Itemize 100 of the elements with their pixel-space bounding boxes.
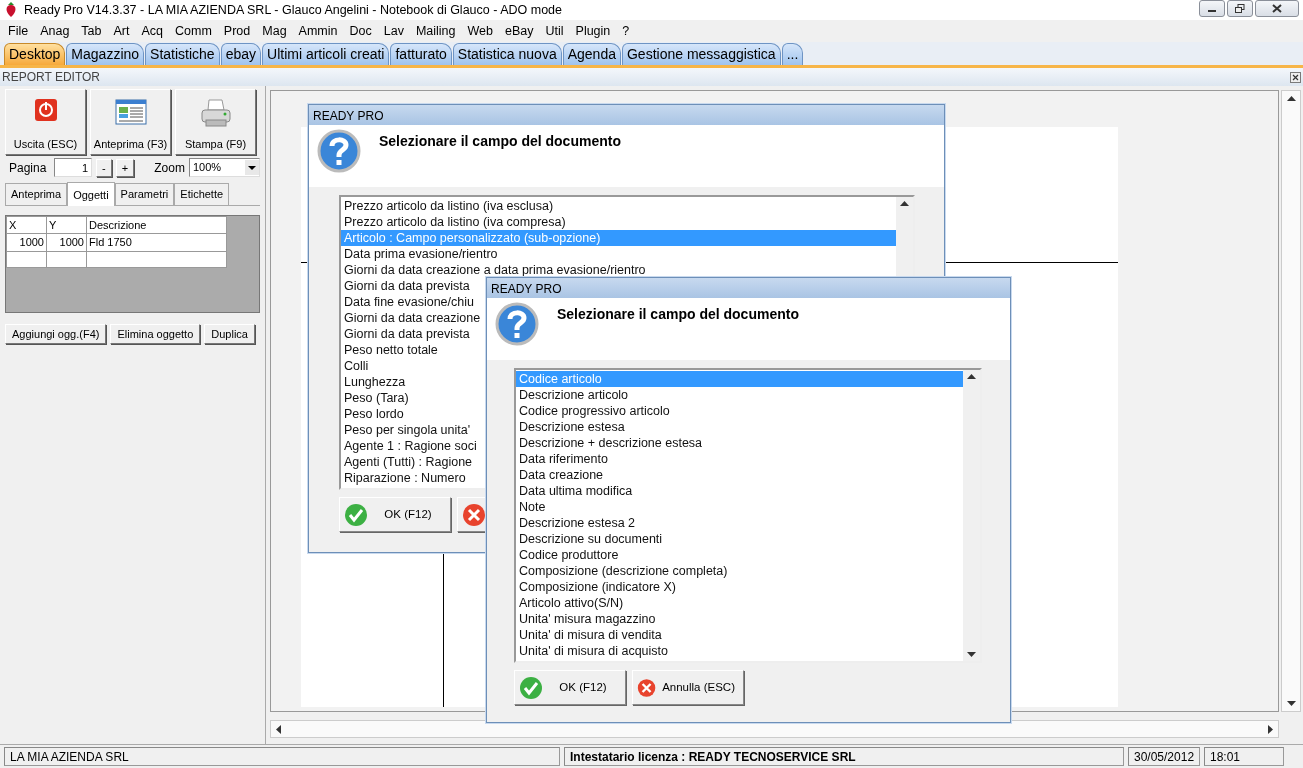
toolbar-button[interactable]: Stampa (F9) (175, 89, 256, 155)
tab[interactable]: Statistica nuova (452, 43, 562, 65)
question-icon (317, 129, 361, 173)
table-cell: 1000 (46, 233, 87, 251)
tab[interactable]: fatturato (390, 43, 452, 65)
menu-item[interactable]: Lav (379, 21, 412, 41)
list-item[interactable]: Prezzo articolo da listino (iva compresa) (341, 214, 896, 230)
list-item[interactable]: Descrizione articolo (516, 387, 963, 403)
list-item[interactable]: Codice produttore (516, 547, 963, 563)
cancel-button[interactable]: Annulla (ESC) (632, 670, 744, 705)
question-icon (495, 302, 539, 346)
menu-item[interactable]: Mag (258, 21, 295, 41)
list-item[interactable]: Composizione (descrizione completa) (516, 563, 963, 579)
list-item[interactable]: Descrizione estesa 2 (516, 515, 963, 531)
object-button[interactable]: Aggiungi ogg.(F4) (5, 323, 107, 344)
list-item[interactable]: Descrizione su documenti (516, 531, 963, 547)
printer-icon (199, 98, 232, 128)
list-item[interactable]: Unita' di misura di acquisto (516, 643, 963, 659)
tab[interactable]: Oggetti (67, 182, 115, 206)
list-item[interactable]: Data creazione (516, 467, 963, 483)
list-item[interactable]: Giorni da data creazione a data prima evasione/rientro (341, 262, 896, 278)
menu-item[interactable]: Tab (77, 21, 110, 41)
vertical-scrollbar[interactable] (1281, 90, 1301, 712)
cancel-icon (462, 502, 486, 527)
ok-button[interactable]: OK (F12) (514, 670, 626, 705)
strawberry-icon (4, 2, 18, 18)
tab[interactable]: Gestione messaggistica (622, 43, 781, 65)
menu-item[interactable]: File (4, 21, 37, 41)
toolbar-button[interactable]: Anteprima (F3) (90, 89, 171, 155)
menu-item[interactable]: Web (463, 21, 501, 41)
menu-item[interactable]: Mailing (411, 21, 464, 41)
column-header: Descrizione (86, 216, 227, 234)
restore-button[interactable] (1227, 0, 1253, 17)
ok-button[interactable]: OK (F12) (339, 497, 451, 532)
menu-item[interactable]: Ammin (294, 21, 346, 41)
tab[interactable]: Parametri (114, 183, 175, 205)
menu-item[interactable]: Comm (171, 21, 220, 41)
menu-item[interactable]: Art (109, 21, 138, 41)
scroll-down-icon (967, 652, 976, 658)
toolbar-button[interactable]: Uscita (ESC) (5, 89, 86, 155)
list-item[interactable]: Codice progressivo articolo (516, 403, 963, 419)
scroll-left-icon (275, 724, 281, 734)
dialog-heading: Selezionare il campo del documento (557, 305, 799, 324)
object-button[interactable]: Elimina oggetto (110, 323, 201, 344)
close-icon (1272, 4, 1282, 13)
dialog-title: READY PRO (309, 105, 944, 125)
zoom-label: Zoom (154, 159, 185, 177)
list-item[interactable]: Descrizione estesa (516, 419, 963, 435)
page-label: Pagina (9, 159, 47, 177)
document-preview-icon (114, 98, 147, 126)
menu-item[interactable]: Prod (219, 21, 259, 41)
list-item[interactable]: Data prima evasione/rientro (341, 246, 896, 262)
menu-item[interactable]: Anag (36, 21, 78, 41)
tab[interactable]: ebay (220, 43, 261, 65)
list-item[interactable]: Composizione (indicatore X) (516, 579, 963, 595)
tab[interactable]: Statistiche (145, 43, 220, 65)
restore-icon (1235, 4, 1245, 13)
menu-item[interactable]: ? (618, 21, 638, 41)
status-text: 30/05/2012 (1128, 747, 1200, 766)
status-text: LA MIA AZIENDA SRL (4, 747, 560, 766)
scroll-down-icon (1286, 701, 1296, 707)
power-icon (33, 98, 58, 122)
tab[interactable]: Desktop (4, 43, 66, 65)
menu-item[interactable]: Util (541, 21, 572, 41)
panel-close-button[interactable] (1290, 71, 1301, 83)
page-step-button[interactable]: - (96, 158, 112, 177)
tab[interactable]: Etichette (174, 183, 230, 205)
minimize-button[interactable] (1199, 0, 1225, 17)
window-title: Ready Pro V14.3.37 - LA MIA AZIENDA SRL - Glauco Angelini - Notebook di Glauco - ADO mode (24, 1, 562, 19)
field-list[interactable] (514, 368, 982, 663)
status-text: Intestatario licenza : READY TECNOSERVICE SRL (564, 747, 1124, 766)
list-item[interactable]: Descrizione + descrizione estesa (516, 435, 963, 451)
tab[interactable]: ... (781, 43, 804, 65)
list-item[interactable]: Unita' di misura di vendita (516, 627, 963, 643)
zoom-dropdown[interactable]: 100% (188, 158, 260, 177)
object-button[interactable]: Duplica (204, 323, 255, 344)
list-item[interactable]: Prezzo articolo da listino (iva esclusa) (341, 198, 896, 214)
scroll-right-icon (1268, 724, 1274, 734)
tab[interactable]: Anteprima (5, 183, 68, 205)
column-header: Y (46, 216, 87, 234)
close-icon (1292, 73, 1299, 81)
list-item[interactable]: Unita' misura magazzino (516, 611, 963, 627)
list-item[interactable]: Note (516, 499, 963, 515)
tab[interactable]: Agenda (562, 43, 621, 65)
list-item[interactable]: Data riferimento (516, 451, 963, 467)
table-cell: 1000 (6, 233, 47, 251)
list-item[interactable]: Articolo attivo(S/N) (516, 595, 963, 611)
tab[interactable]: Ultimi articoli creati (262, 43, 390, 65)
table-cell: Fld 1750 (86, 233, 227, 251)
menu-item[interactable]: Plugin (571, 21, 619, 41)
page-step-button[interactable]: + (115, 158, 135, 177)
tab[interactable]: Magazzino (66, 43, 145, 65)
menu-item[interactable]: Doc (345, 21, 380, 41)
menu-item[interactable]: eBay (501, 21, 542, 41)
column-header: X (6, 216, 47, 234)
status-text: 18:01 (1204, 747, 1284, 766)
list-item[interactable]: Data ultima modifica (516, 483, 963, 499)
close-button[interactable] (1255, 0, 1299, 17)
menu-item[interactable]: Acq (137, 21, 172, 41)
page-field[interactable]: 1 (54, 158, 93, 177)
